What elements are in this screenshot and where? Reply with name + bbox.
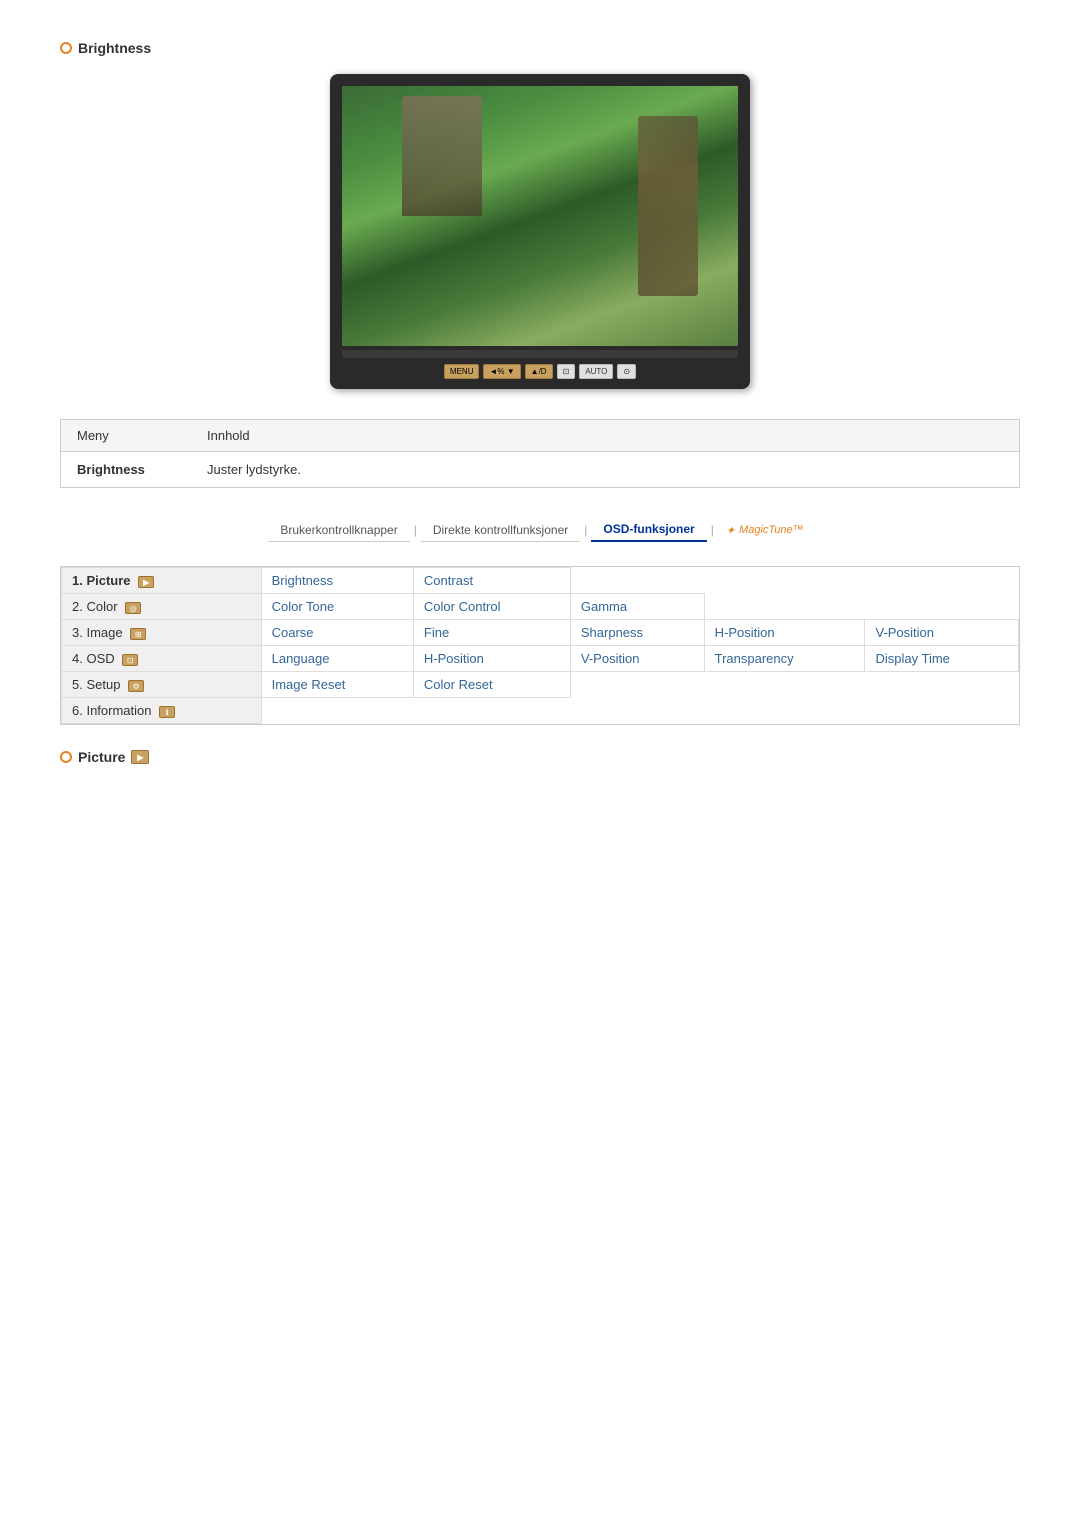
monitor-container: MENU ◄% ▼ ▲/D ⊡ AUTO ⊙ bbox=[60, 74, 1020, 389]
picture-icon: ▶ bbox=[131, 750, 149, 764]
auto-button[interactable]: AUTO bbox=[579, 364, 613, 379]
menu-item-icon: ⊡ bbox=[122, 654, 138, 666]
separator-3: | bbox=[707, 523, 718, 537]
up-down-button[interactable]: ▲/D bbox=[525, 364, 553, 379]
menu-item-icon: ⊞ bbox=[130, 628, 146, 640]
osd-content-cell[interactable]: Contrast bbox=[413, 568, 570, 594]
info-table: Meny Innhold Brightness Juster lydstyrke… bbox=[61, 420, 1019, 487]
osd-row: 5. Setup ⚙Image ResetColor Reset bbox=[62, 672, 1019, 698]
info-row-content: Juster lydstyrke. bbox=[191, 452, 1019, 488]
osd-content-cell[interactable]: Color Control bbox=[413, 594, 570, 620]
menu-item-icon: ⚙ bbox=[128, 680, 144, 692]
separator-2: | bbox=[580, 523, 591, 537]
osd-content-cell[interactable]: Transparency bbox=[704, 646, 865, 672]
menu-item-icon: ℹ bbox=[159, 706, 175, 718]
osd-content-cell[interactable]: Language bbox=[261, 646, 413, 672]
osd-menu-item[interactable]: 3. Image ⊞ bbox=[62, 620, 262, 646]
nav-tabs: Brukerkontrollknapper | Direkte kontroll… bbox=[60, 518, 1020, 542]
osd-content-cell[interactable]: V-Position bbox=[865, 620, 1019, 646]
info-table-container: Meny Innhold Brightness Juster lydstyrke… bbox=[60, 419, 1020, 488]
osd-content-cell[interactable]: Coarse bbox=[261, 620, 413, 646]
tab-magictune[interactable]: ✦ MagicTune™ bbox=[718, 524, 812, 537]
osd-row: 1. Picture ▶BrightnessContrast bbox=[62, 568, 1019, 594]
monitor-outer: MENU ◄% ▼ ▲/D ⊡ AUTO ⊙ bbox=[330, 74, 750, 389]
osd-menu-item[interactable]: 2. Color ◎ bbox=[62, 594, 262, 620]
power-button[interactable]: ⊙ bbox=[617, 364, 636, 379]
picture-heading: Picture ▶ bbox=[60, 749, 1020, 765]
osd-content-cell[interactable]: Fine bbox=[413, 620, 570, 646]
osd-table: 1. Picture ▶BrightnessContrast2. Color ◎… bbox=[61, 567, 1019, 724]
picture-circle-icon bbox=[60, 751, 72, 763]
monitor-screen bbox=[342, 86, 738, 346]
osd-content-cell[interactable]: Display Time bbox=[865, 646, 1019, 672]
osd-content-cell[interactable]: H-Position bbox=[704, 620, 865, 646]
tab-osd[interactable]: OSD-funksjoner bbox=[591, 518, 706, 542]
osd-content-cell[interactable]: Sharpness bbox=[570, 620, 704, 646]
magictune-logo-icon: ✦ bbox=[726, 524, 735, 537]
osd-content-cell[interactable]: Image Reset bbox=[261, 672, 413, 698]
osd-menu-item[interactable]: 1. Picture ▶ bbox=[62, 568, 262, 594]
separator-1: | bbox=[410, 523, 421, 537]
osd-menu-item[interactable]: 4. OSD ⊡ bbox=[62, 646, 262, 672]
osd-table-container: 1. Picture ▶BrightnessContrast2. Color ◎… bbox=[60, 566, 1020, 725]
tab-brukerkontroll[interactable]: Brukerkontrollknapper bbox=[268, 519, 409, 542]
col-menu-header: Meny bbox=[61, 420, 191, 452]
osd-content-cell[interactable]: Gamma bbox=[570, 594, 704, 620]
menu-item-icon: ▶ bbox=[138, 576, 154, 588]
col-content-header: Innhold bbox=[191, 420, 1019, 452]
brightness-label: Brightness bbox=[78, 40, 151, 56]
enter-button[interactable]: ⊡ bbox=[557, 364, 576, 379]
osd-content-cell[interactable]: Color Tone bbox=[261, 594, 413, 620]
brightness-heading: Brightness bbox=[60, 40, 1020, 56]
brightness-circle-icon bbox=[60, 42, 72, 54]
menu-item-icon: ◎ bbox=[125, 602, 141, 614]
osd-content-cell[interactable]: V-Position bbox=[570, 646, 704, 672]
tab-direkte[interactable]: Direkte kontrollfunksjoner bbox=[421, 519, 580, 542]
osd-row: 4. OSD ⊡LanguageH-PositionV-PositionTran… bbox=[62, 646, 1019, 672]
osd-content-cell[interactable]: Brightness bbox=[261, 568, 413, 594]
picture-label: Picture bbox=[78, 749, 125, 765]
menu-button[interactable]: MENU bbox=[444, 364, 480, 379]
osd-row: 2. Color ◎Color ToneColor ControlGamma bbox=[62, 594, 1019, 620]
osd-content-cell[interactable]: H-Position bbox=[413, 646, 570, 672]
brightness-button[interactable]: ◄% ▼ bbox=[483, 364, 520, 379]
osd-menu-item[interactable]: 5. Setup ⚙ bbox=[62, 672, 262, 698]
osd-row: 3. Image ⊞CoarseFineSharpnessH-PositionV… bbox=[62, 620, 1019, 646]
osd-menu-item[interactable]: 6. Information ℹ bbox=[62, 698, 262, 724]
osd-content-cell[interactable]: Color Reset bbox=[413, 672, 570, 698]
monitor-base-strip bbox=[342, 350, 738, 358]
info-row-label: Brightness bbox=[61, 452, 191, 488]
monitor-controls: MENU ◄% ▼ ▲/D ⊡ AUTO ⊙ bbox=[342, 358, 738, 389]
osd-row: 6. Information ℹ bbox=[62, 698, 1019, 724]
